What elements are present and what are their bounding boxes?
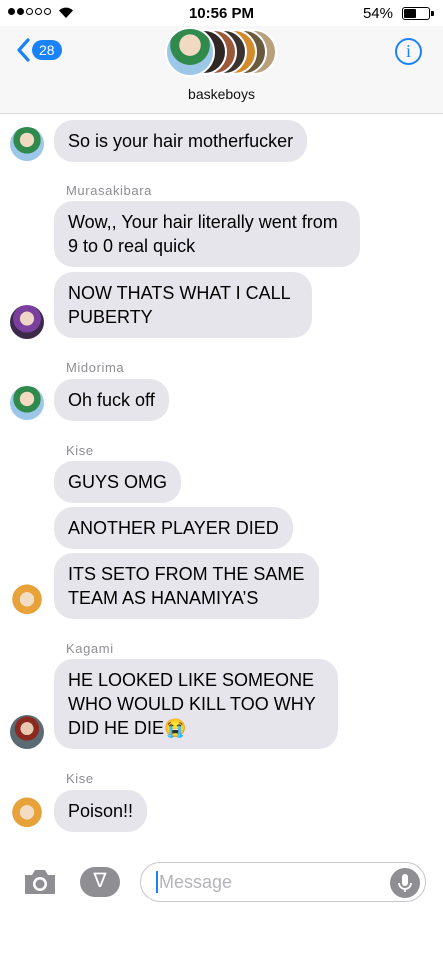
message-bubble[interactable]: NOW THATS WHAT I CALL PUBERTY (54, 272, 312, 338)
message-bubble[interactable]: ANOTHER PLAYER DIED (54, 507, 293, 549)
text-cursor (156, 871, 158, 893)
app-store-button[interactable]: ∇ (80, 867, 120, 897)
message-bubble[interactable]: So is your hair motherfucker (54, 120, 308, 162)
back-button[interactable]: 28 (16, 38, 62, 62)
message-bubble[interactable]: ITS SETO FROM THE SAME TEAM AS HANAMIYA’… (54, 553, 319, 619)
sender-name: Kagami (66, 641, 114, 656)
conversation-header: 28 baskeboys i (0, 26, 443, 114)
group-avatar-stack[interactable] (165, 26, 285, 80)
message-bubble[interactable]: HE LOOKED LIKE SOMEONE WHO WOULD KILL TO… (54, 659, 338, 749)
compose-bar: ∇ (0, 852, 443, 912)
message-input[interactable] (140, 862, 426, 902)
message-bubble[interactable]: Poison!! (54, 790, 148, 832)
group-name[interactable]: baskeboys (0, 86, 443, 102)
avatar[interactable] (10, 386, 44, 420)
chevron-left-icon (17, 38, 30, 62)
avatar[interactable] (10, 584, 44, 618)
message-bubble[interactable]: Oh fuck off (54, 379, 169, 421)
microphone-button[interactable] (390, 868, 420, 898)
microphone-icon (398, 874, 412, 892)
app-store-icon: ∇ (93, 870, 107, 892)
battery-icon (402, 7, 430, 20)
sender-name: Kise (66, 771, 94, 786)
sender-name: Murasakibara (66, 183, 152, 198)
unread-count-badge: 28 (32, 40, 62, 60)
avatar[interactable] (10, 715, 44, 749)
avatar[interactable] (10, 127, 44, 161)
sender-name: Kise (66, 443, 94, 458)
camera-icon[interactable] (22, 868, 58, 896)
battery-tip (431, 11, 434, 16)
sender-name: Midorima (66, 360, 125, 375)
battery-percentage: 54% (362, 5, 393, 22)
status-bar: 10:56 PM 54% (0, 0, 443, 26)
message-bubble[interactable]: GUYS OMG (54, 461, 182, 503)
message-bubble[interactable]: Wow,, Your hair literally went from 9 to… (54, 201, 360, 267)
group-main-avatar (165, 27, 215, 77)
avatar[interactable] (10, 797, 44, 831)
avatar[interactable] (10, 305, 44, 339)
info-button[interactable]: i (395, 38, 422, 65)
